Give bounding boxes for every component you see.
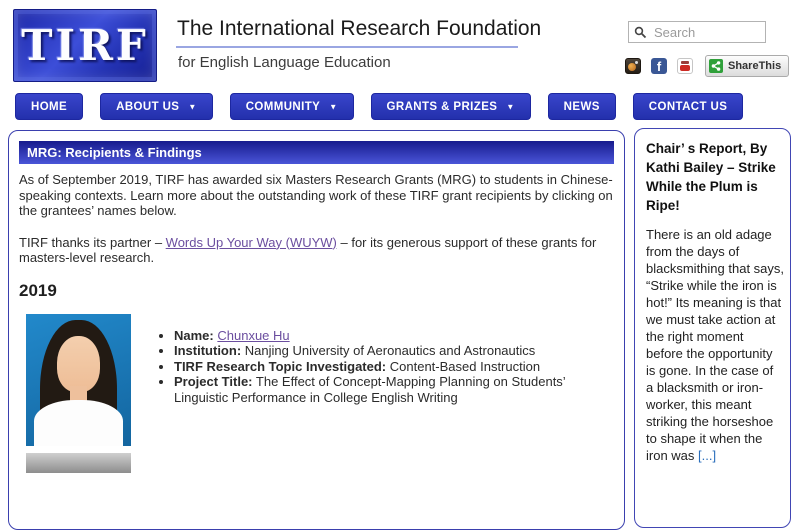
- site-title: The International Research Foundation: [177, 17, 541, 41]
- nav-item-about-us[interactable]: ABOUT US ▼: [100, 93, 213, 120]
- grantee-entry: Name: Chunxue Hu Institution: Nanjing Un…: [26, 314, 614, 473]
- nav-item-grants-prizes[interactable]: GRANTS & PRIZES ▼: [371, 93, 531, 120]
- share-icon: [709, 59, 723, 73]
- grantee-photo: [26, 314, 131, 446]
- nav-item-news[interactable]: NEWS: [548, 93, 616, 120]
- read-more-link[interactable]: [...]: [698, 448, 716, 463]
- search-box[interactable]: [628, 21, 766, 43]
- social-icons-row: f ShareThis: [625, 55, 789, 77]
- search-input[interactable]: [652, 24, 760, 41]
- nav-item-home[interactable]: HOME: [15, 93, 83, 120]
- main-navigation: HOME ABOUT US ▼ COMMUNITY ▼ GRANTS & PRI…: [15, 93, 743, 120]
- sharethis-button[interactable]: ShareThis: [705, 55, 789, 77]
- tirf-logo[interactable]: TIRF: [13, 9, 157, 82]
- title-underline-rule: [176, 46, 518, 48]
- year-heading: 2019: [19, 281, 614, 301]
- tirf-logo-text: TIRF: [21, 21, 149, 70]
- next-grantee-photo-partial: [26, 453, 131, 473]
- search-icon: [634, 26, 647, 39]
- chevron-down-icon: ▼: [329, 103, 337, 112]
- youtube-icon[interactable]: [677, 58, 693, 74]
- wuyw-link[interactable]: Words Up Your Way (WUYW): [166, 235, 337, 250]
- site-subtitle: for English Language Education: [178, 54, 391, 71]
- list-item-research-topic: TIRF Research Topic Investigated: Conten…: [174, 359, 614, 375]
- list-item-institution: Institution: Nanjing University of Aeron…: [174, 343, 614, 359]
- intro-paragraph: As of September 2019, TIRF has awarded s…: [19, 172, 614, 219]
- main-content-box: MRG: Recipients & Findings As of Septemb…: [8, 130, 625, 530]
- chevron-down-icon: ▼: [188, 103, 196, 112]
- page-title: MRG: Recipients & Findings: [19, 141, 614, 164]
- nav-item-contact-us[interactable]: CONTACT US: [633, 93, 744, 120]
- grantee-name-link[interactable]: Chunxue Hu: [217, 328, 289, 343]
- sharethis-label: ShareThis: [728, 60, 781, 72]
- nav-item-community[interactable]: COMMUNITY ▼: [230, 93, 354, 120]
- photo-shirt-shape: [34, 400, 123, 446]
- sidebar-body: There is an old adage from the days of b…: [646, 226, 784, 464]
- chevron-down-icon: ▼: [506, 103, 514, 112]
- photo-face-shape: [57, 336, 100, 392]
- list-item-project-title: Project Title: The Effect of Concept-Map…: [174, 374, 614, 405]
- sidebar-chairs-report: Chair’ s Report, By Kathi Bailey – Strik…: [634, 128, 791, 528]
- grantee-details-list: Name: Chunxue Hu Institution: Nanjing Un…: [157, 328, 614, 406]
- instagram-icon[interactable]: [625, 58, 641, 74]
- facebook-icon[interactable]: f: [651, 58, 667, 74]
- partner-paragraph: TIRF thanks its partner – Words Up Your …: [19, 235, 614, 266]
- sidebar-title: Chair’ s Report, By Kathi Bailey – Strik…: [646, 139, 780, 215]
- list-item-name: Name: Chunxue Hu: [174, 328, 614, 344]
